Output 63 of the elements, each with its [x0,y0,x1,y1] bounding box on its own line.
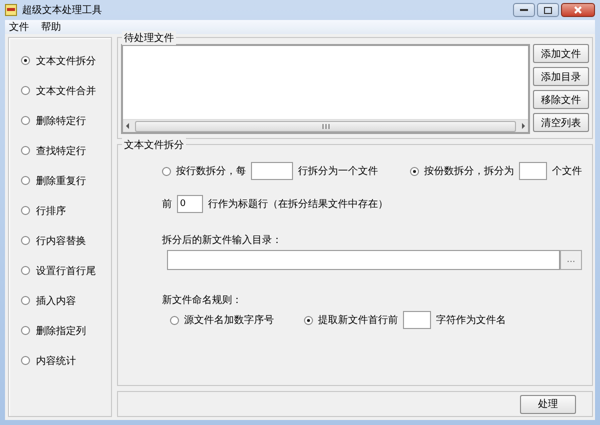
option-label[interactable]: 删除重复行 [36,174,86,188]
field-label: 行作为标题行（在拆分结果文件中存在） [208,198,388,211]
radio-button[interactable] [21,296,30,305]
option-label[interactable]: 行排序 [36,204,66,218]
radio-button[interactable] [21,56,30,65]
file-button[interactable]: 移除文件 [533,90,589,109]
group-title: 待处理文件 [122,31,176,45]
group-title: 文本文件拆分 [122,138,186,152]
radio-button[interactable] [304,316,313,324]
field-label: 前 [162,198,172,211]
radio-button[interactable] [21,326,30,335]
directory-field[interactable] [167,250,560,270]
field-label: 新文件命名规则： [162,294,242,307]
close-button[interactable] [561,3,595,17]
radio-button[interactable] [21,146,30,155]
radio-button[interactable] [21,176,30,185]
field-label: 行拆分为一个文件 [298,164,378,178]
browse-button[interactable]: ... [560,250,582,270]
window-title: 超级文本处理工具 [22,4,103,17]
radio-button[interactable] [21,86,30,95]
option-label[interactable]: 删除指定列 [36,324,86,338]
file-button[interactable]: 添加文件 [533,44,589,63]
option-label[interactable]: 按份数拆分，拆分为 [424,164,514,178]
app-icon [5,4,17,16]
file-list[interactable] [121,44,530,134]
maximize-button[interactable] [537,3,559,17]
option-label[interactable]: 文本文件合并 [36,84,96,98]
option-label[interactable]: 查找特定行 [36,144,86,158]
radio-button[interactable] [410,166,419,176]
radio-button[interactable] [21,266,30,275]
option-label[interactable]: 按行数拆分，每 [176,164,246,178]
field-label: 字符作为文件名 [436,314,506,327]
minimize-icon [520,8,528,12]
option-label[interactable]: 行内容替换 [36,234,86,248]
input-field[interactable] [251,162,293,180]
option-label[interactable]: 内容统计 [36,354,76,368]
radio-button[interactable] [21,236,30,245]
option-label[interactable]: 删除特定行 [36,114,86,128]
option-label[interactable]: 插入内容 [36,294,76,308]
file-button[interactable]: 清空列表 [533,113,589,132]
field-label: 拆分后的新文件输入目录： [162,234,282,247]
menu-item[interactable]: 帮助 [41,20,61,34]
field-label: 个文件 [552,164,582,178]
radio-button[interactable] [21,356,30,365]
file-button[interactable]: 添加目录 [533,67,589,86]
option-label[interactable]: 设置行首行尾 [36,264,96,278]
minimize-button[interactable] [513,3,535,17]
close-icon [574,6,582,14]
maximize-icon [544,6,552,14]
radio-button[interactable] [162,166,171,176]
option-label[interactable]: 提取新文件首行前 [318,313,398,327]
grip-icon [322,124,330,128]
input-field[interactable] [403,311,431,329]
input-field[interactable] [519,162,547,180]
menu-item[interactable]: 文件 [9,20,29,34]
radio-button[interactable] [21,206,30,215]
option-label[interactable]: 源文件名加数字序号 [184,313,274,327]
radio-button[interactable] [21,116,30,125]
process-button[interactable]: 处理 [520,394,576,414]
option-label[interactable]: 文本文件拆分 [36,54,96,68]
horizontal-scrollbar[interactable] [123,119,528,132]
radio-button[interactable] [170,316,179,324]
input-field[interactable]: 0 [177,195,203,213]
